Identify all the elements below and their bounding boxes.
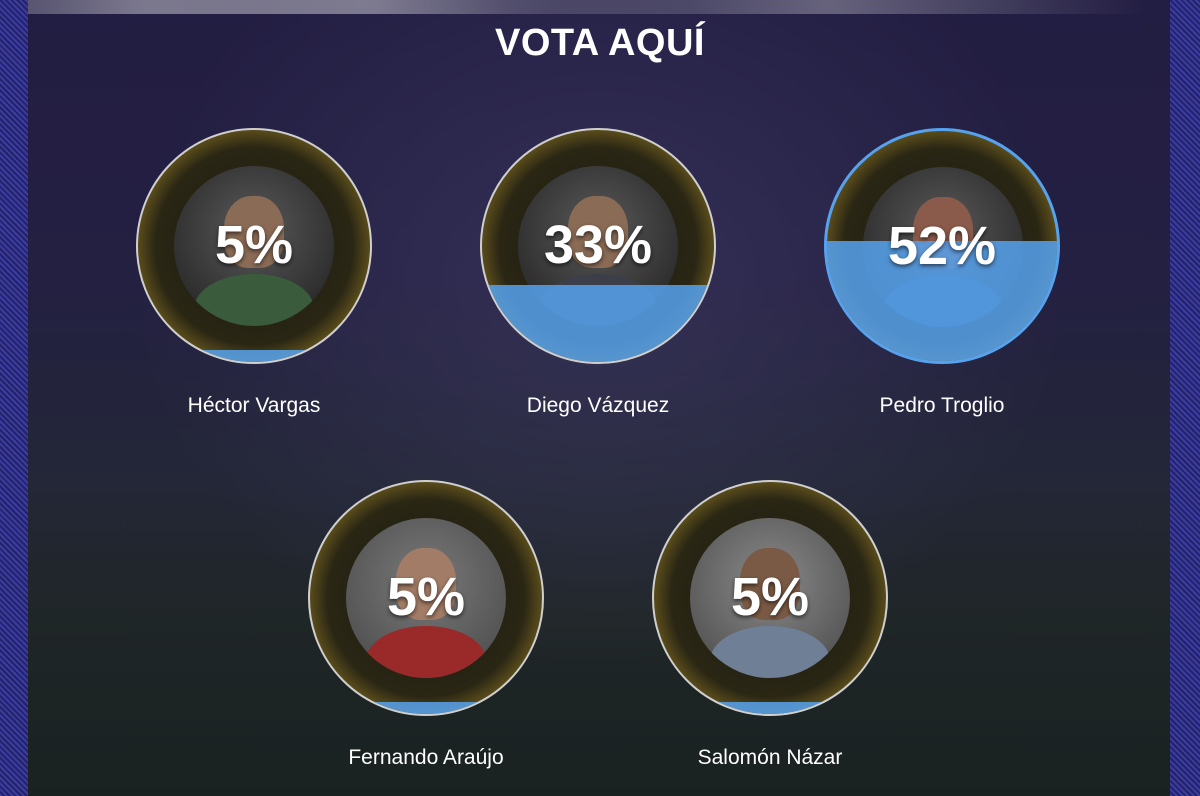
photo-body: [366, 626, 486, 678]
candidate-name: Diego Vázquez: [526, 394, 670, 417]
vote-fill: [310, 702, 542, 714]
vote-ring-leader[interactable]: 52%: [824, 128, 1060, 364]
vote-fill: [482, 285, 714, 362]
candidate-card-nazar[interactable]: 5% Salomón Názar: [650, 480, 890, 770]
vote-percent: 33%: [543, 215, 653, 275]
vote-percent: 5%: [214, 215, 294, 275]
vote-percent: 52%: [887, 216, 997, 276]
candidate-name: Pedro Troglio: [879, 394, 1005, 417]
vote-percent: 5%: [730, 567, 810, 627]
vote-fill: [654, 702, 886, 714]
poll-background: VOTA AQUÍ 5% Héctor Vargas 33% Diego Váz…: [0, 0, 1200, 796]
vote-fill: [138, 350, 370, 362]
poll-title: VOTA AQUÍ: [495, 22, 705, 64]
right-border-pattern: [1170, 0, 1200, 796]
candidate-card-araujo[interactable]: 5% Fernando Araújo: [306, 480, 546, 770]
vote-ring[interactable]: 5%: [652, 480, 888, 716]
candidate-card-vargas[interactable]: 5% Héctor Vargas: [134, 128, 374, 418]
stadium-lights: [28, 0, 1170, 14]
photo-body: [194, 274, 314, 326]
candidate-card-troglio[interactable]: 52% Pedro Troglio: [822, 128, 1062, 418]
left-border-pattern: [0, 0, 28, 796]
vote-percent: 5%: [386, 567, 466, 627]
vote-ring[interactable]: 33%: [480, 128, 716, 364]
candidate-name: Salomón Názar: [697, 746, 843, 769]
candidate-name: Héctor Vargas: [187, 394, 321, 417]
vote-ring[interactable]: 5%: [136, 128, 372, 364]
candidate-card-vazquez[interactable]: 33% Diego Vázquez: [478, 128, 718, 418]
vote-ring[interactable]: 5%: [308, 480, 544, 716]
candidate-name: Fernando Araújo: [348, 746, 504, 769]
photo-body: [710, 626, 830, 678]
